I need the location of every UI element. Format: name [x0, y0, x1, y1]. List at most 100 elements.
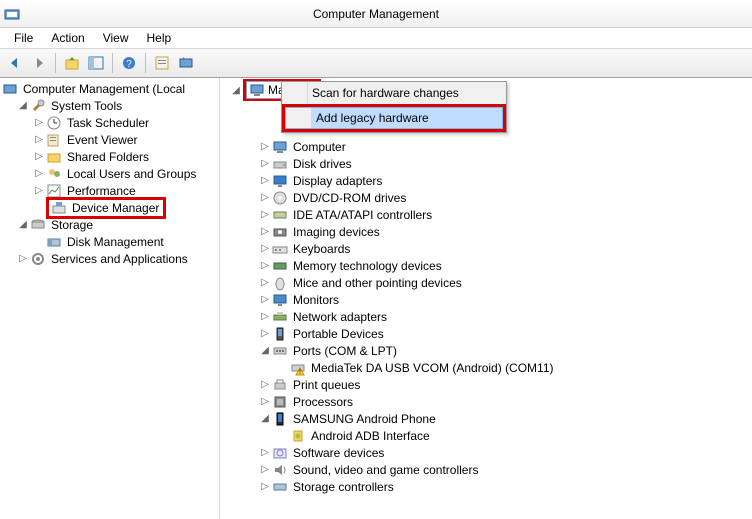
- expand-icon[interactable]: ▷: [258, 481, 272, 492]
- device-label: Computer: [291, 140, 348, 154]
- device-row[interactable]: ▷ Computer: [240, 138, 752, 155]
- forward-button[interactable]: [28, 52, 50, 74]
- device-row[interactable]: !MediaTek DA USB VCOM (Android) (COM11): [240, 359, 752, 376]
- menubar: File Action View Help: [0, 28, 752, 48]
- expand-icon[interactable]: ▷: [32, 151, 46, 162]
- tree-disk-management[interactable]: Disk Management: [0, 233, 219, 250]
- expand-icon[interactable]: ▷: [258, 243, 272, 254]
- collapse-icon[interactable]: ◢: [16, 219, 30, 230]
- expand-icon[interactable]: ▷: [32, 168, 46, 179]
- properties-button[interactable]: [151, 52, 173, 74]
- device-row[interactable]: ▷DVD/CD-ROM drives: [240, 189, 752, 206]
- tree-services-apps[interactable]: ▷ Services and Applications: [0, 250, 219, 267]
- tree-root[interactable]: Computer Management (Local: [0, 80, 219, 97]
- device-label: Portable Devices: [291, 327, 386, 341]
- collapse-icon[interactable]: ◢: [258, 345, 272, 356]
- menu-help[interactable]: Help: [139, 29, 180, 47]
- device-row[interactable]: ▷Processors: [240, 393, 752, 410]
- device-row[interactable]: ▷Mice and other pointing devices: [240, 274, 752, 291]
- help-button[interactable]: ?: [118, 52, 140, 74]
- expand-icon[interactable]: ▷: [258, 447, 272, 458]
- expand-icon[interactable]: ▷: [258, 328, 272, 339]
- expand-icon[interactable]: ▷: [258, 141, 272, 152]
- mouse-icon: [272, 275, 288, 291]
- device-row[interactable]: ◢SAMSUNG Android Phone: [240, 410, 752, 427]
- expand-icon[interactable]: ▷: [32, 134, 46, 145]
- device-row[interactable]: Android ADB Interface: [240, 427, 752, 444]
- menu-action[interactable]: Action: [43, 29, 92, 47]
- expand-icon[interactable]: ▷: [258, 260, 272, 271]
- expand-icon[interactable]: ▷: [258, 175, 272, 186]
- device-row[interactable]: ▷Memory technology devices: [240, 257, 752, 274]
- collapse-icon[interactable]: ◢: [258, 413, 272, 424]
- services-icon: [30, 251, 46, 267]
- tree-label: Services and Applications: [49, 252, 190, 266]
- expand-icon[interactable]: ▷: [258, 294, 272, 305]
- expand-icon[interactable]: ▷: [32, 117, 46, 128]
- expand-icon[interactable]: ▷: [32, 185, 46, 196]
- separator: [112, 53, 113, 73]
- expand-icon[interactable]: ▷: [258, 277, 272, 288]
- expand-icon[interactable]: ▷: [258, 192, 272, 203]
- tree-storage[interactable]: ◢ Storage: [0, 216, 219, 233]
- network-icon: [272, 309, 288, 325]
- sound-icon: [272, 462, 288, 478]
- device-row[interactable]: ▷Disk drives: [240, 155, 752, 172]
- expand-icon[interactable]: ▷: [258, 158, 272, 169]
- portable-icon: [272, 326, 288, 342]
- tree-local-users[interactable]: ▷ Local Users and Groups: [0, 165, 219, 182]
- tree-system-tools[interactable]: ◢ System Tools: [0, 97, 219, 114]
- tree-shared-folders[interactable]: ▷ Shared Folders: [0, 148, 219, 165]
- tools-icon: [30, 98, 46, 114]
- device-label: Display adapters: [291, 174, 384, 188]
- result-pane[interactable]: ◢ Mai Scan for hardware changes: [220, 78, 752, 519]
- disk-icon: [272, 156, 288, 172]
- device-row[interactable]: ▷Print queues: [240, 376, 752, 393]
- back-button[interactable]: [4, 52, 26, 74]
- device-row[interactable]: ▷ Display adapters: [240, 172, 752, 189]
- device-tree[interactable]: ▷Computer▷Disk drives▷Display adapters▷D…: [220, 80, 752, 495]
- tree-label: Shared Folders: [65, 150, 151, 164]
- device-row[interactable]: ▷Software devices: [240, 444, 752, 461]
- device-row[interactable]: ▷ Keyboards: [240, 240, 752, 257]
- device-row[interactable]: ▷Network adapters: [240, 308, 752, 325]
- up-button[interactable]: [61, 52, 83, 74]
- software-icon: [272, 445, 288, 461]
- collapse-icon[interactable]: ◢: [16, 100, 30, 111]
- menu-file[interactable]: File: [6, 29, 41, 47]
- device-row[interactable]: ◢Ports (COM & LPT): [240, 342, 752, 359]
- dvd-icon: [272, 190, 288, 206]
- expand-icon[interactable]: ▷: [258, 396, 272, 407]
- collapse-icon[interactable]: ◢: [229, 79, 243, 101]
- tree-label: Task Scheduler: [65, 116, 151, 130]
- device-row[interactable]: ▷IDE ATA/ATAPI controllers: [240, 206, 752, 223]
- device-row[interactable]: ▷Monitors: [240, 291, 752, 308]
- refresh-button[interactable]: [175, 52, 197, 74]
- storage-ctrl-icon: [272, 479, 288, 495]
- tree-label: Computer Management (Local: [21, 82, 187, 96]
- expand-icon[interactable]: ▷: [258, 464, 272, 475]
- clock-icon: [46, 115, 62, 131]
- device-row[interactable]: ▷Sound, video and game controllers: [240, 461, 752, 478]
- expand-icon[interactable]: ▷: [16, 253, 30, 264]
- expand-icon[interactable]: ▷: [258, 226, 272, 237]
- expand-icon[interactable]: ▷: [258, 209, 272, 220]
- ctx-add-legacy-hardware[interactable]: Add legacy hardware: [285, 107, 503, 129]
- tree-event-viewer[interactable]: ▷ Event Viewer: [0, 131, 219, 148]
- tree-task-scheduler[interactable]: ▷ Task Scheduler: [0, 114, 219, 131]
- device-label: Keyboards: [291, 242, 352, 256]
- show-hide-tree-button[interactable]: [85, 52, 107, 74]
- console-tree[interactable]: Computer Management (Local ◢ System Tool…: [0, 78, 220, 519]
- device-row[interactable]: ▷Imaging devices: [240, 223, 752, 240]
- display-icon: [272, 173, 288, 189]
- menu-view[interactable]: View: [95, 29, 137, 47]
- device-row[interactable]: ▷ Portable Devices: [240, 325, 752, 342]
- expand-icon[interactable]: ▷: [258, 311, 272, 322]
- ctx-scan-hardware[interactable]: Scan for hardware changes: [282, 82, 506, 104]
- tree-device-manager[interactable]: Device Manager: [0, 199, 219, 216]
- computer-icon: [272, 139, 288, 155]
- device-row[interactable]: ▷Storage controllers: [240, 478, 752, 495]
- expand-icon[interactable]: ▷: [258, 379, 272, 390]
- memory-icon: [272, 258, 288, 274]
- separator: [55, 53, 56, 73]
